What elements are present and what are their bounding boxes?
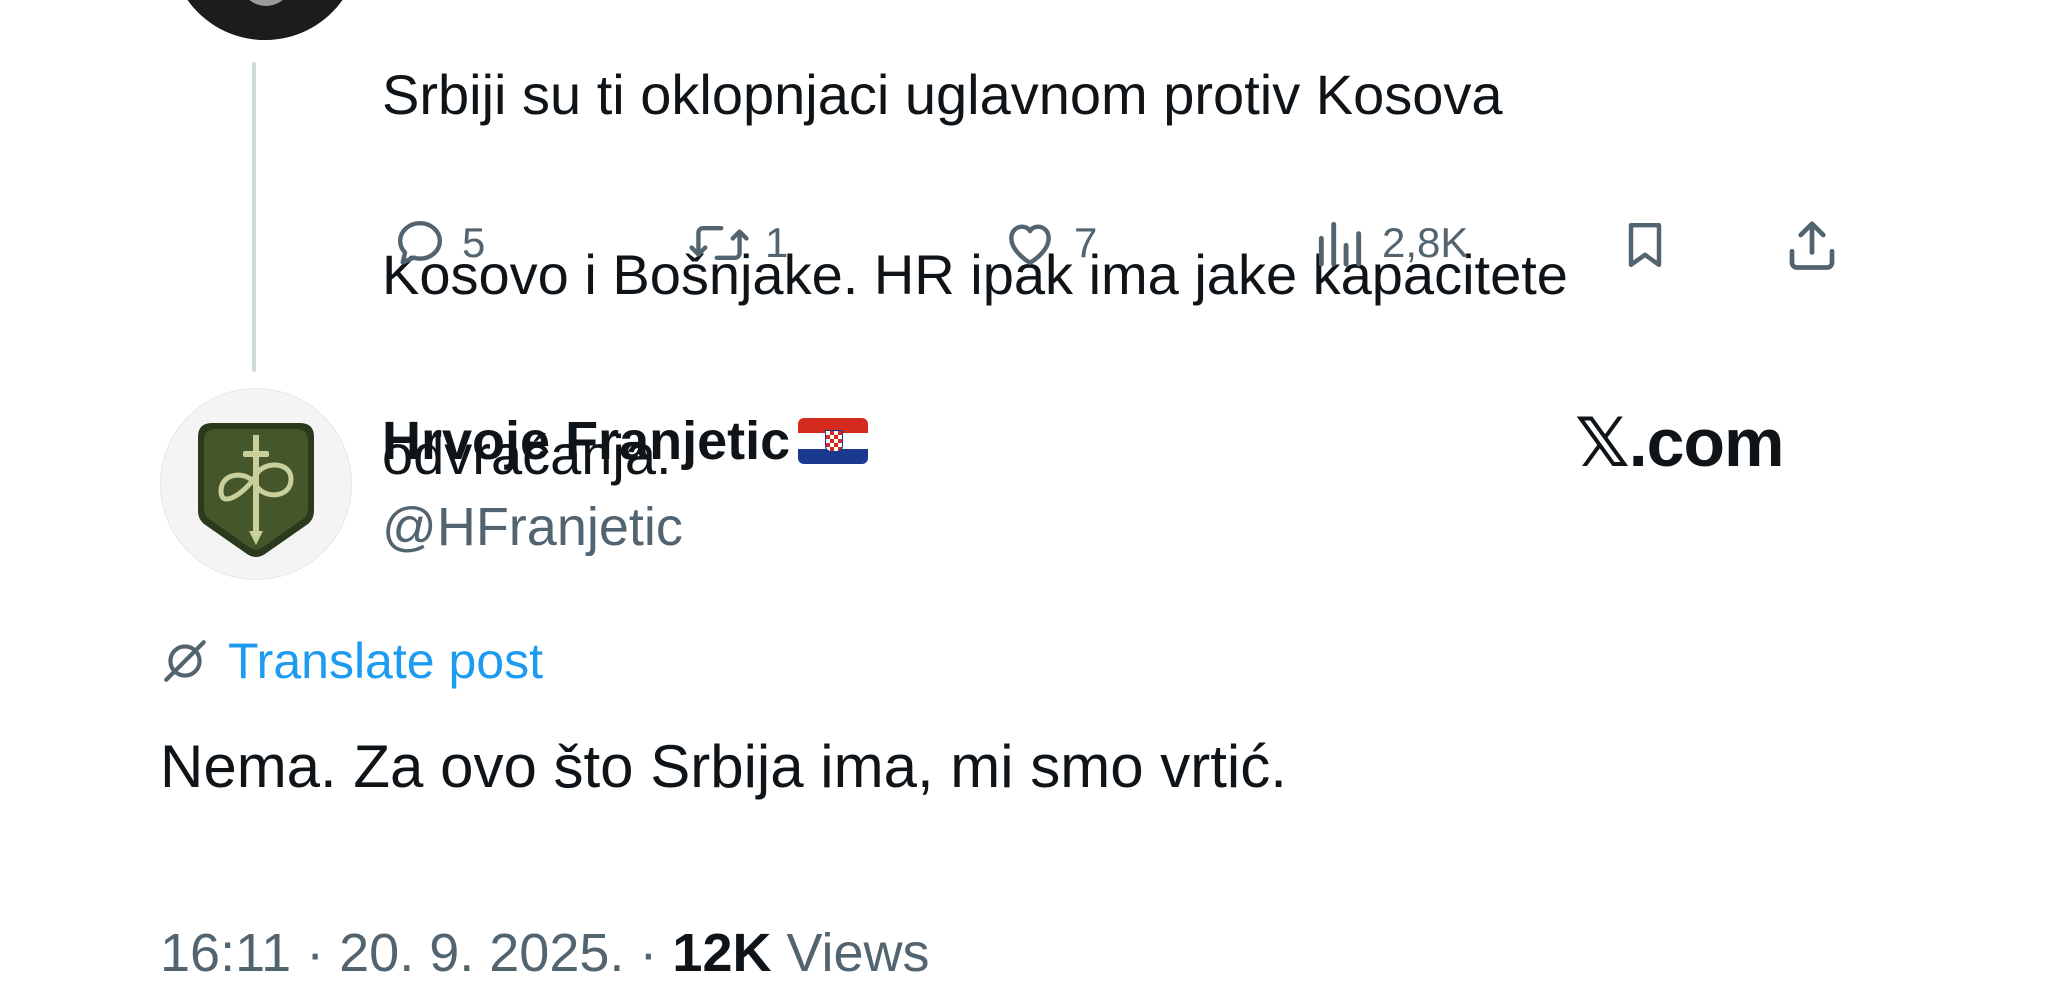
tweet-meta: 16:11 · 20. 9. 2025. · 12K Views [160, 922, 930, 984]
x-watermark: 𝕏.com [1575, 405, 1784, 481]
display-name[interactable]: Hrvoje Franjetic [382, 410, 869, 472]
tweet-time[interactable]: 16:11 [160, 923, 291, 983]
user-handle[interactable]: @HFranjetic [382, 496, 683, 558]
reply-count: 5 [462, 219, 486, 266]
reply-tweet-text: Nema. Za ovo što Srbija ima, mi smo vrti… [160, 733, 1287, 800]
reply-button[interactable]: 5 [392, 215, 485, 271]
parent-avatar[interactable] [170, 0, 360, 40]
thread-line [252, 62, 256, 372]
reply-bubble-icon [397, 220, 443, 265]
repost-icon [689, 225, 749, 261]
heart-icon [1009, 224, 1051, 266]
views-button[interactable]: 2,8K [1312, 215, 1468, 271]
translate-globe-icon [164, 640, 206, 682]
tweet-date[interactable]: 20. 9. 2025. [339, 923, 624, 983]
like-button[interactable]: 7 [1000, 215, 1097, 271]
meta-separator: · [639, 923, 658, 983]
views-bar-chart-icon [1318, 221, 1362, 267]
meta-separator: · [306, 923, 325, 983]
tweet-views-label: Views [786, 923, 930, 983]
share-button[interactable] [1782, 215, 1842, 275]
reply-avatar[interactable] [160, 388, 352, 580]
share-upload-icon [1789, 221, 1835, 270]
repost-count: 1 [765, 219, 789, 266]
parent-avatar-image [170, 0, 360, 40]
bookmark-icon [1628, 222, 1662, 268]
tweet-views-count[interactable]: 12K [672, 923, 771, 983]
translate-post-label: Translate post [228, 633, 543, 689]
parent-tweet-line: Srbiji su ti oklopnjaci uglavnom protiv … [382, 63, 1503, 126]
translate-post-link[interactable]: Translate post [160, 632, 543, 690]
views-count: 2,8K [1382, 219, 1469, 266]
like-count: 7 [1074, 219, 1098, 266]
bookmark-button[interactable] [1617, 215, 1673, 275]
repost-button[interactable]: 1 [687, 215, 788, 271]
parent-action-bar: 5 1 7 2,8K [382, 215, 1862, 285]
display-name-text: Hrvoje Franjetic [382, 411, 791, 471]
croatian-flag-icon [798, 418, 869, 464]
dagger-badge-icon [198, 423, 314, 557]
